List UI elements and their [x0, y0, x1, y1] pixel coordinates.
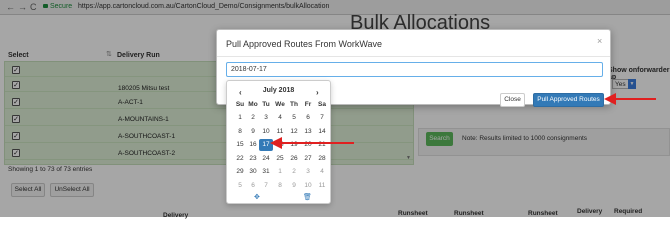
datepicker-day[interactable]: 2: [287, 166, 301, 178]
datepicker-day[interactable]: 2: [246, 112, 260, 124]
datepicker-day[interactable]: 4: [273, 112, 287, 124]
datepicker-day[interactable]: 29: [233, 166, 247, 178]
chevron-right-icon[interactable]: ›: [316, 88, 319, 97]
datepicker-month-label[interactable]: July 2018: [227, 87, 330, 94]
datepicker-day[interactable]: 3: [259, 112, 273, 124]
datepicker-day[interactable]: 6: [301, 112, 315, 124]
datepicker-day[interactable]: 11: [315, 180, 329, 192]
close-icon[interactable]: ×: [597, 36, 602, 46]
datepicker-dow-label: Sa: [318, 101, 326, 108]
datepicker-dow-label: Fr: [304, 101, 312, 108]
clock-icon[interactable]: ✥: [254, 193, 260, 201]
datepicker-day[interactable]: 5: [287, 112, 301, 124]
trash-icon[interactable]: 🗑: [303, 193, 312, 201]
datepicker-day[interactable]: 7: [259, 180, 273, 192]
datepicker-day[interactable]: 8: [273, 180, 287, 192]
datepicker-dow-label: Su: [235, 101, 245, 108]
datepicker-dow-label: Mo: [248, 101, 258, 108]
pull-approved-routes-button[interactable]: Pull Approved Routes: [533, 93, 604, 107]
modal-title: Pull Approved Routes From WorkWave: [226, 39, 383, 49]
datepicker-day[interactable]: 22: [233, 153, 247, 165]
close-button[interactable]: Close: [500, 93, 525, 107]
datepicker-day[interactable]: 8: [233, 126, 247, 138]
datepicker-day[interactable]: 31: [259, 166, 273, 178]
datepicker-day[interactable]: 7: [315, 112, 329, 124]
datepicker-day[interactable]: 5: [233, 180, 247, 192]
datepicker-day[interactable]: 6: [246, 180, 260, 192]
datepicker-day[interactable]: 3: [301, 166, 315, 178]
datepicker-day[interactable]: 10: [301, 180, 315, 192]
datepicker-day[interactable]: 26: [287, 153, 301, 165]
datepicker-day[interactable]: 1: [273, 166, 287, 178]
annotation-arrow-date: [270, 137, 354, 149]
datepicker-dow-label: Th: [290, 101, 298, 108]
datepicker-day[interactable]: 28: [315, 153, 329, 165]
datepicker-dow-label: We: [275, 101, 285, 108]
date-input[interactable]: 2018-07-17: [226, 62, 603, 77]
datepicker-day[interactable]: 4: [315, 166, 329, 178]
datepicker-day[interactable]: 25: [273, 153, 287, 165]
datepicker-day[interactable]: 23: [246, 153, 260, 165]
datepicker-day[interactable]: 9: [287, 180, 301, 192]
datepicker-day[interactable]: 15: [233, 139, 247, 151]
datepicker-day[interactable]: 30: [246, 166, 260, 178]
datepicker-day[interactable]: 27: [301, 153, 315, 165]
datepicker-dow-label: Tu: [262, 101, 270, 108]
annotation-arrow-pull: [604, 93, 656, 105]
datepicker-day[interactable]: 16: [246, 139, 260, 151]
datepicker-day[interactable]: 24: [259, 153, 273, 165]
modal-divider: [217, 56, 610, 57]
datepicker-day[interactable]: 9: [246, 126, 260, 138]
chevron-left-icon[interactable]: ‹: [239, 88, 242, 97]
datepicker-day[interactable]: 1: [233, 112, 247, 124]
